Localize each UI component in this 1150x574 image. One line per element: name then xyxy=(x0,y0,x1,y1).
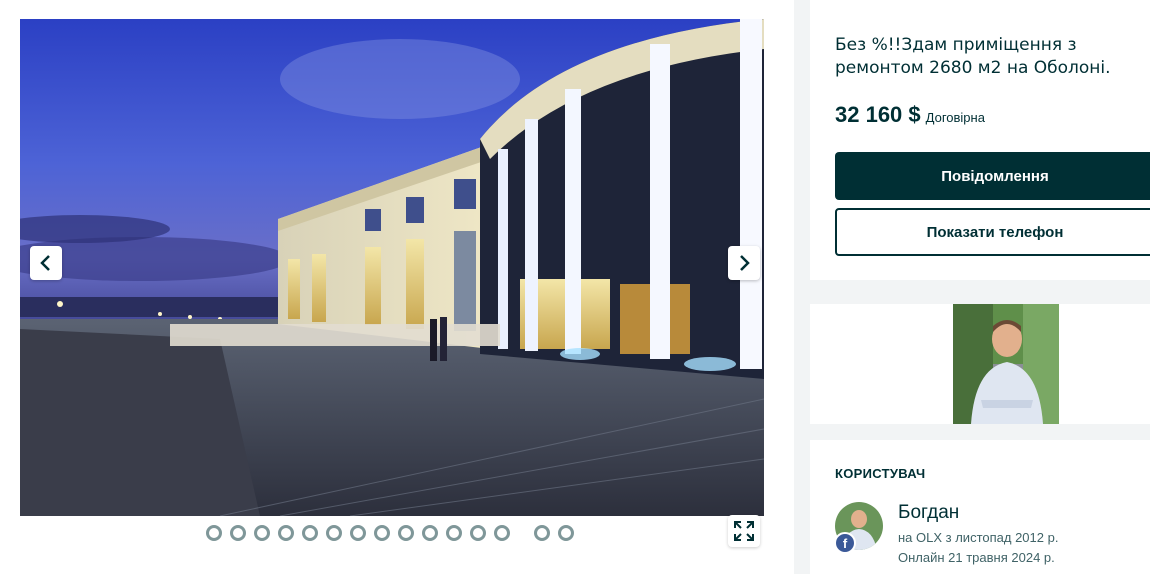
chevron-left-icon xyxy=(40,255,50,271)
gallery-dot[interactable] xyxy=(350,525,366,541)
listing-photo[interactable] xyxy=(20,19,764,516)
gallery-dot[interactable] xyxy=(470,525,486,541)
seller-name: Богдан xyxy=(898,502,960,523)
ad-info-card: Без %!!Здам приміщення з ремонтом 2680 м… xyxy=(810,0,1150,280)
next-photo-button[interactable] xyxy=(728,246,760,280)
expand-icon xyxy=(734,521,754,541)
seller-card: КОРИСТУВАЧ f Богдан на OLX з листопад 20… xyxy=(810,440,1150,574)
message-button[interactable]: Повідомлення xyxy=(835,152,1150,200)
show-phone-button[interactable]: Показати телефон xyxy=(835,208,1150,256)
gallery-dot[interactable] xyxy=(558,525,574,541)
chevron-right-icon xyxy=(740,255,750,271)
gallery-dot[interactable] xyxy=(230,525,246,541)
gallery-dot[interactable] xyxy=(446,525,462,541)
gallery-dot[interactable] xyxy=(494,525,510,541)
negotiable-label: Договірна xyxy=(925,110,985,125)
seller-photo[interactable] xyxy=(953,304,1059,424)
gallery-dot[interactable] xyxy=(398,525,414,541)
ad-title: Без %!!Здам приміщення з ремонтом 2680 м… xyxy=(835,35,1111,78)
gallery-dot[interactable] xyxy=(326,525,342,541)
gallery-dot[interactable] xyxy=(374,525,390,541)
previous-photo-button[interactable] xyxy=(30,246,62,280)
building-photo-illustration xyxy=(20,19,764,516)
seller-heading: КОРИСТУВАЧ xyxy=(835,466,926,481)
fullscreen-button[interactable] xyxy=(728,515,760,547)
person-photo-illustration xyxy=(953,304,1059,424)
seller-member-since: на OLX з листопад 2012 р. xyxy=(898,530,1059,545)
gallery-dot[interactable] xyxy=(254,525,270,541)
gallery-dot[interactable] xyxy=(278,525,294,541)
gallery-dot[interactable] xyxy=(422,525,438,541)
price: 32 160 $ xyxy=(835,102,921,127)
gallery-dot[interactable] xyxy=(302,525,318,541)
price-row: 32 160 $ Договірна xyxy=(835,102,985,128)
gallery-dot[interactable] xyxy=(206,525,222,541)
gallery-card xyxy=(0,0,794,574)
gallery-pagination xyxy=(206,524,582,542)
facebook-icon: f xyxy=(834,532,856,554)
seller-photo-card xyxy=(810,304,1150,424)
gallery-dot[interactable] xyxy=(534,525,550,541)
seller-last-online: Онлайн 21 травня 2024 р. xyxy=(898,550,1055,565)
